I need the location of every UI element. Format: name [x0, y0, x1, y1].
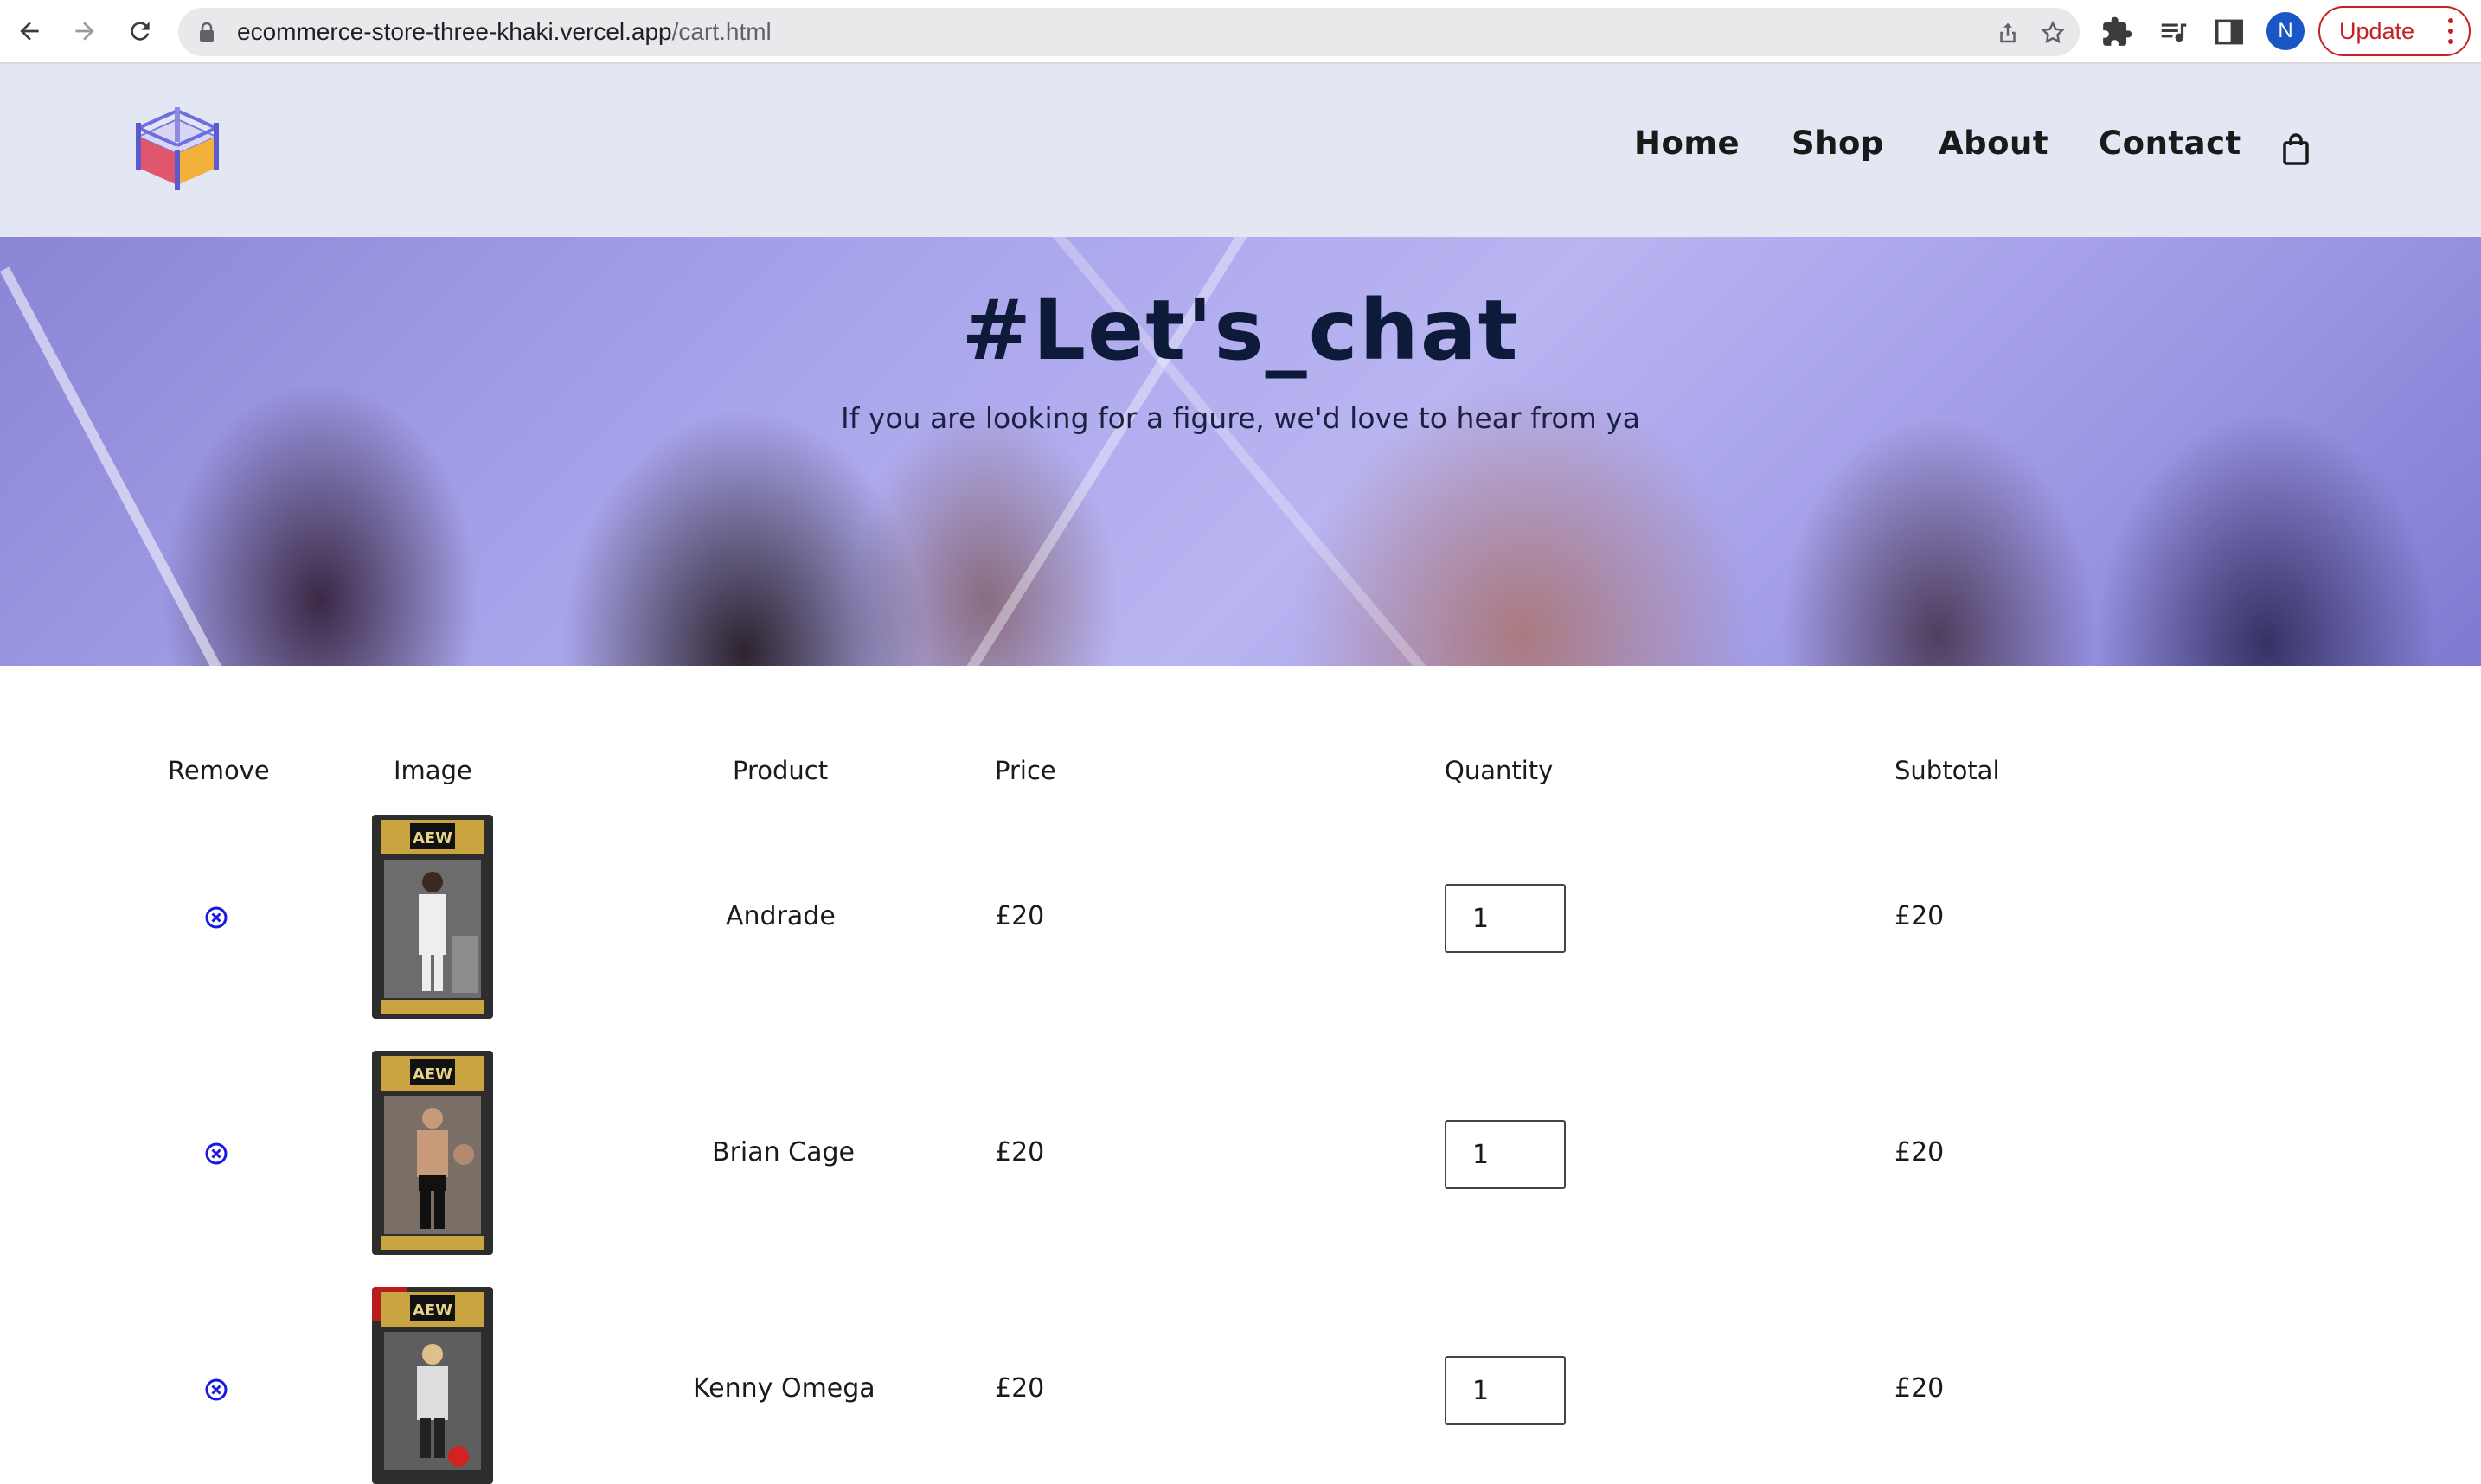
product-image-brian-cage: AEW — [372, 1051, 493, 1255]
product-name: Kenny Omega — [693, 1373, 875, 1404]
remove-item-icon[interactable] — [202, 904, 230, 931]
remove-item-icon[interactable] — [202, 1376, 230, 1404]
address-bar[interactable]: ecommerce-store-three-khaki.vercel.app/c… — [178, 8, 2080, 56]
product-subtotal: £20 — [1894, 1373, 1945, 1404]
media-queue-icon[interactable] — [2157, 16, 2190, 48]
product-price: £20 — [995, 901, 1045, 931]
quantity-input[interactable] — [1445, 1356, 1566, 1425]
product-subtotal: £20 — [1894, 1137, 1945, 1167]
product-subtotal: £20 — [1894, 901, 1945, 931]
arrow-right-icon — [75, 22, 94, 41]
nav-shop[interactable]: Shop — [1792, 125, 1884, 162]
header-price: Price — [995, 756, 1056, 785]
extensions-puzzle-icon[interactable] — [2100, 16, 2133, 48]
product-name: Andrade — [726, 901, 836, 931]
svg-text:AEW: AEW — [413, 829, 452, 848]
profile-avatar[interactable]: N — [2266, 12, 2305, 50]
wrestling-ring-logo[interactable] — [130, 107, 225, 194]
header-subtotal: Subtotal — [1894, 756, 2000, 785]
hero-banner: #Let's_chat If you are looking for a fig… — [0, 237, 2481, 666]
header-quantity: Quantity — [1445, 756, 1554, 785]
nav-contact[interactable]: Contact — [2099, 125, 2241, 162]
share-icon[interactable] — [1995, 20, 2021, 46]
reload-icon — [131, 22, 150, 41]
nav-about[interactable]: About — [1939, 125, 2048, 162]
quantity-input[interactable] — [1445, 1120, 1566, 1189]
update-label: Update — [2339, 17, 2415, 44]
url-text: ecommerce-store-three-khaki.vercel.app/c… — [237, 18, 772, 45]
site-header: Home Shop About Contact — [0, 64, 2481, 237]
product-image-kenny-omega: AEW — [372, 1287, 493, 1484]
product-name: Brian Cage — [712, 1137, 856, 1167]
reload-button[interactable] — [121, 12, 159, 50]
header-image: Image — [394, 756, 472, 785]
product-image-andrade: AEW — [372, 815, 493, 1019]
side-panel-icon[interactable] — [2213, 16, 2246, 48]
update-button[interactable]: Update — [2318, 6, 2471, 56]
lock-icon — [200, 22, 214, 42]
back-button[interactable] — [10, 12, 48, 50]
svg-text:AEW: AEW — [413, 1065, 452, 1084]
shopping-bag-icon[interactable] — [2282, 133, 2310, 166]
hero-subtitle: If you are looking for a figure, we'd lo… — [841, 401, 1640, 435]
product-price: £20 — [995, 1373, 1045, 1404]
header-remove: Remove — [168, 756, 270, 785]
more-vert-icon — [2448, 18, 2453, 44]
browser-toolbar: ecommerce-store-three-khaki.vercel.app/c… — [0, 0, 2481, 64]
header-product: Product — [733, 756, 829, 785]
hero-title: #Let's_chat — [961, 282, 1520, 379]
bookmark-star-icon[interactable] — [2040, 20, 2066, 46]
forward-button[interactable] — [66, 12, 104, 50]
arrow-left-icon — [20, 22, 39, 41]
nav-home[interactable]: Home — [1634, 125, 1740, 162]
quantity-input[interactable] — [1445, 884, 1566, 953]
svg-text:AEW: AEW — [413, 1302, 452, 1320]
remove-item-icon[interactable] — [202, 1140, 230, 1167]
product-price: £20 — [995, 1137, 1045, 1167]
